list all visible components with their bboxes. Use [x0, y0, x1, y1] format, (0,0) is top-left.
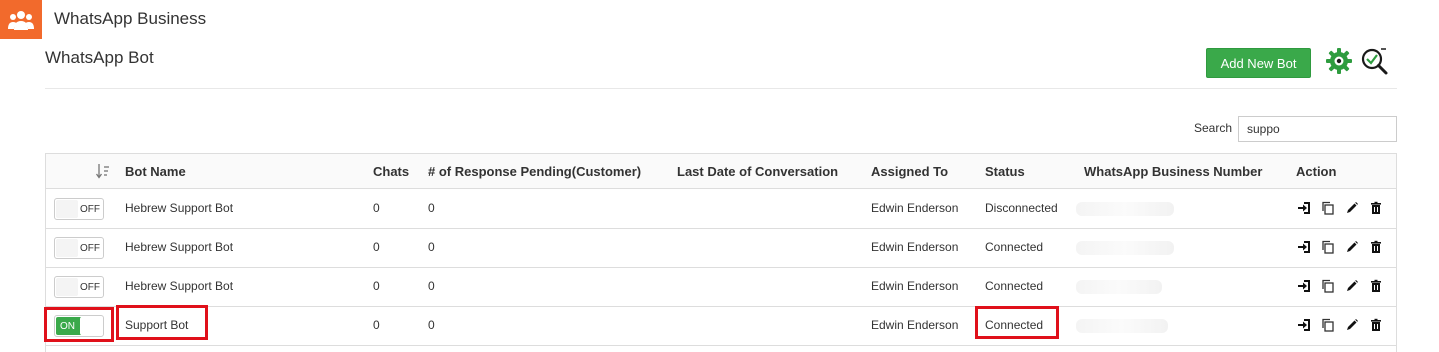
- toggle-label: ON: [60, 321, 75, 332]
- col-assigned-to[interactable]: Assigned To: [871, 164, 948, 179]
- col-number[interactable]: WhatsApp Business Number: [1084, 164, 1262, 179]
- title-divider: [45, 88, 1397, 89]
- bot-toggle[interactable]: OFF: [54, 276, 104, 298]
- pending-count: 0: [428, 240, 435, 254]
- toggle-label: OFF: [80, 243, 100, 254]
- bot-toggle[interactable]: OFF: [54, 237, 104, 259]
- bot-name: Support Bot: [125, 318, 189, 332]
- copy-icon[interactable]: [1321, 240, 1335, 254]
- sort-icon[interactable]: [95, 163, 110, 179]
- chats-count: 0: [373, 318, 380, 332]
- edit-icon[interactable]: [1345, 318, 1359, 332]
- login-icon[interactable]: [1297, 240, 1311, 254]
- login-icon[interactable]: [1297, 279, 1311, 293]
- table-row: OFF Hebrew Support Bot 0 0 Edwin Enderso…: [46, 190, 1396, 229]
- trash-icon[interactable]: [1369, 240, 1383, 254]
- pending-count: 0: [428, 279, 435, 293]
- status-text: Disconnected: [985, 201, 1058, 215]
- toggle-knob: [56, 200, 78, 218]
- col-last-date[interactable]: Last Date of Conversation: [677, 164, 838, 179]
- redacted-number: [1076, 241, 1174, 255]
- trash-icon[interactable]: [1369, 318, 1383, 332]
- search-input[interactable]: [1238, 116, 1397, 142]
- users-group-icon: [8, 10, 34, 30]
- col-status[interactable]: Status: [985, 164, 1025, 179]
- toggle-label: OFF: [80, 204, 100, 215]
- col-bot-name[interactable]: Bot Name: [125, 164, 186, 179]
- copy-icon[interactable]: [1321, 201, 1335, 215]
- edit-icon[interactable]: [1345, 240, 1359, 254]
- table-row: OFF Hebrew Support Bot 0 0 Edwin Enderso…: [46, 268, 1396, 307]
- toggle-knob: [56, 239, 78, 257]
- bot-name: Hebrew Support Bot: [125, 201, 234, 215]
- status-text: Connected: [985, 318, 1044, 332]
- search-label: Search: [1194, 121, 1233, 135]
- bots-table: Bot Name Chats # of Response Pending(Cus…: [45, 153, 1397, 352]
- status-text: Connected: [985, 279, 1044, 293]
- login-icon[interactable]: [1297, 201, 1311, 215]
- copy-icon[interactable]: [1321, 279, 1335, 293]
- trash-icon[interactable]: [1369, 201, 1383, 215]
- toggle-label: OFF: [80, 282, 100, 293]
- login-icon[interactable]: [1297, 318, 1311, 332]
- col-action: Action: [1296, 164, 1337, 179]
- bot-toggle[interactable]: OFF: [54, 198, 104, 220]
- chats-count: 0: [373, 201, 380, 215]
- table-row: OFF Hebrew Support Bot 0 0 Edwin Enderso…: [46, 229, 1396, 268]
- row-actions: [1297, 201, 1383, 215]
- search-check-icon: [1361, 48, 1388, 75]
- redacted-number: [1076, 202, 1174, 216]
- toggle-knob: [80, 317, 102, 335]
- redacted-number: [1076, 319, 1168, 333]
- bot-toggle[interactable]: ON: [54, 315, 104, 337]
- gear-icon: [1326, 48, 1352, 74]
- row-actions: [1297, 240, 1383, 254]
- chats-count: 0: [373, 279, 380, 293]
- toggle-knob: [56, 278, 78, 296]
- pending-count: 0: [428, 201, 435, 215]
- edit-icon[interactable]: [1345, 201, 1359, 215]
- status-text: Connected: [985, 240, 1044, 254]
- col-chats[interactable]: Chats: [373, 164, 409, 179]
- chats-count: 0: [373, 240, 380, 254]
- redacted-number: [1076, 280, 1162, 294]
- assigned-to: Edwin Enderson: [871, 201, 959, 215]
- app-title: WhatsApp Business: [54, 9, 207, 28]
- row-actions: [1297, 318, 1383, 332]
- search-check-button[interactable]: [1360, 46, 1390, 76]
- assigned-to: Edwin Enderson: [871, 318, 959, 332]
- copy-icon[interactable]: [1321, 318, 1335, 332]
- col-pending[interactable]: # of Response Pending(Customer): [428, 164, 641, 179]
- settings-button[interactable]: [1325, 47, 1353, 75]
- table-row: ON Support Bot 0 0 Edwin Enderson Connec…: [46, 307, 1396, 346]
- bot-name: Hebrew Support Bot: [125, 279, 234, 293]
- pending-count: 0: [428, 318, 435, 332]
- bot-name: Hebrew Support Bot: [125, 240, 234, 254]
- edit-icon[interactable]: [1345, 279, 1359, 293]
- page-title: WhatsApp Bot: [45, 48, 154, 67]
- trash-icon[interactable]: [1369, 279, 1383, 293]
- table-header-row: Bot Name Chats # of Response Pending(Cus…: [46, 154, 1396, 189]
- add-new-bot-button[interactable]: Add New Bot: [1206, 48, 1311, 78]
- assigned-to: Edwin Enderson: [871, 240, 959, 254]
- row-actions: [1297, 279, 1383, 293]
- app-logo: [0, 0, 42, 39]
- assigned-to: Edwin Enderson: [871, 279, 959, 293]
